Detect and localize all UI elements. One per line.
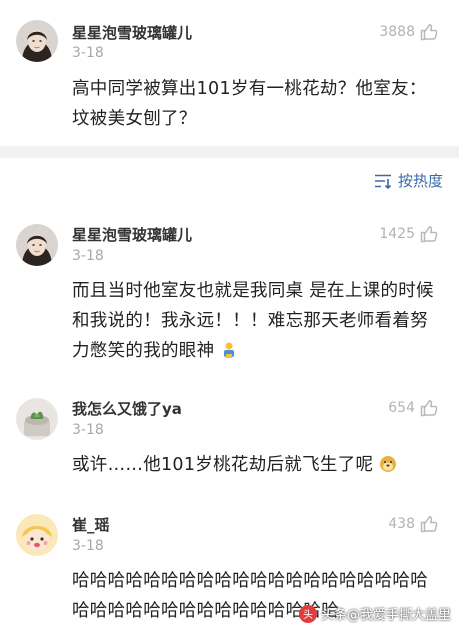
like-button[interactable]: 3888 (379, 22, 439, 42)
original-post: 星星泡雪玻璃罐儿 3-18 3888 高中同学被算出101岁有一桃花劫？他室友：… (0, 0, 459, 146)
like-count: 438 (388, 516, 415, 532)
username[interactable]: 星星泡雪玻璃罐儿 (72, 224, 192, 245)
avatar[interactable] (16, 514, 58, 556)
avatar[interactable] (16, 20, 58, 62)
sort-icon (374, 174, 392, 189)
lying-emoji-icon (224, 342, 235, 358)
comment-item: 我怎么又饿了ya 3-18 654 或许……他101岁桃花劫后就飞生了呢 (0, 384, 459, 494)
section-divider (0, 146, 459, 158)
watermark: 头 头条@我爱手撕大盖里 (298, 604, 451, 623)
comment-date: 3-18 (72, 422, 104, 438)
thumbs-up-icon (420, 516, 438, 533)
post-content: 高中同学被算出101岁有一桃花劫？他室友：坟被美女刨了？ (72, 79, 427, 129)
comment-item: 星星泡雪玻璃罐儿 3-18 1425 而且当时他室友也就是我同桌 是在上课的时候… (0, 210, 459, 380)
username[interactable]: 我怎么又饿了ya (72, 398, 182, 419)
doge-emoji-icon (380, 456, 397, 472)
username[interactable]: 崔_瑶 (72, 514, 110, 535)
toutiao-logo-icon: 头 (298, 604, 317, 623)
like-button[interactable]: 654 (388, 398, 439, 418)
comment-text: 而且当时他室友也就是我同桌 是在上课的时候和我说的！我永远！！！难忘那天老师看着… (72, 281, 434, 361)
thumbs-up-icon (420, 400, 438, 417)
like-count: 3888 (379, 24, 415, 40)
thumbs-up-icon (420, 24, 438, 41)
username[interactable]: 星星泡雪玻璃罐儿 (72, 22, 192, 43)
comment-date: 3-18 (72, 538, 104, 554)
avatar[interactable] (16, 398, 58, 440)
avatar[interactable] (16, 224, 58, 266)
post-date: 3-18 (72, 45, 104, 61)
comment-content: 而且当时他室友也就是我同桌 是在上课的时候和我说的！我永远！！！难忘那天老师看着… (72, 276, 444, 366)
thumbs-up-icon (420, 226, 438, 243)
like-button[interactable]: 1425 (379, 224, 439, 244)
like-count: 1425 (379, 226, 415, 242)
like-count: 654 (388, 400, 415, 416)
comment-text: 或许……他101岁桃花劫后就飞生了呢 (72, 455, 374, 475)
comment-date: 3-18 (72, 248, 104, 264)
sort-label: 按热度 (397, 172, 443, 190)
watermark-text: 头条@我爱手撕大盖里 (320, 608, 451, 623)
like-button[interactable]: 438 (388, 514, 439, 534)
sort-toggle[interactable]: 按热度 (374, 170, 443, 191)
comment-content: 或许……他101岁桃花劫后就飞生了呢 (72, 450, 444, 480)
